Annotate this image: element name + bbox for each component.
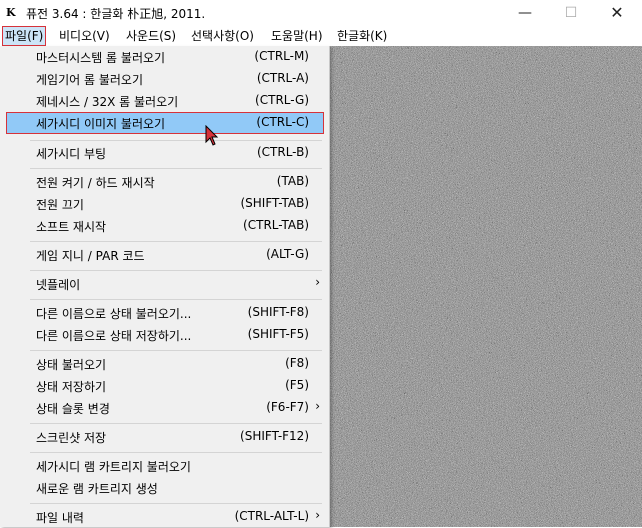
menu-separator — [30, 140, 322, 141]
app-icon[interactable]: K — [6, 6, 20, 20]
menu-item-shortcut: (CTRL-C) — [256, 115, 309, 129]
menu-item-load-gamegear-rom[interactable]: 게임기어 롬 불러오기 (CTRL-A) — [6, 68, 324, 90]
submenu-arrow-icon: › — [315, 399, 320, 413]
menu-item-boot-segacd[interactable]: 세가시디 부팅 (CTRL-B) — [6, 142, 324, 164]
menu-sound[interactable]: 사운드(S) — [124, 26, 178, 46]
menu-item-label: 다른 이름으로 상태 저장하기... — [36, 329, 192, 343]
menu-options[interactable]: 선택사항(O) — [189, 26, 256, 46]
window-title: 퓨전 3.64 : 한글화 朴正旭, 2011. — [26, 7, 206, 21]
menu-item-create-ram-cart[interactable]: 새로운 램 카트리지 생성 — [6, 477, 324, 499]
menu-item-file-history[interactable]: 파일 내력 (CTRL-ALT-L) › — [6, 506, 324, 528]
menu-item-load-segacd-ram-cart[interactable]: 세가시디 램 카트리지 불러오기 — [6, 455, 324, 477]
menu-separator — [30, 423, 322, 424]
menu-item-shortcut: (CTRL-TAB) — [243, 218, 309, 232]
menu-separator — [30, 503, 322, 504]
menu-item-label: 제네시스 / 32X 롬 불러오기 — [36, 95, 179, 109]
menu-file[interactable]: 파일(F) — [2, 26, 47, 46]
menu-item-label: 다른 이름으로 상태 불러오기... — [36, 307, 192, 321]
menu-item-label: 게임 지니 / PAR 코드 — [36, 249, 145, 263]
menu-separator — [30, 168, 322, 169]
menu-item-label: 전원 끄기 — [36, 198, 84, 212]
static-noise — [330, 46, 642, 527]
menu-item-load-genesis-32x-rom[interactable]: 제네시스 / 32X 롬 불러오기 (CTRL-G) — [6, 90, 324, 112]
close-button[interactable]: ✕ — [594, 0, 640, 26]
title-bar: K 퓨전 3.64 : 한글화 朴正旭, 2011. — ☐ ✕ — [0, 0, 642, 26]
game-screen[interactable] — [330, 46, 642, 527]
menu-item-label: 소프트 재시작 — [36, 220, 107, 234]
menu-item-soft-reset[interactable]: 소프트 재시작 (CTRL-TAB) — [6, 215, 324, 237]
menu-separator — [30, 350, 322, 351]
maximize-button[interactable]: ☐ — [548, 0, 594, 26]
menu-item-label: 상태 저장하기 — [36, 380, 107, 394]
menu-item-power-on-hard-reset[interactable]: 전원 켜기 / 하드 재시작 (TAB) — [6, 171, 324, 193]
menu-item-label: 파일 내력 — [36, 511, 84, 525]
menu-item-shortcut: (CTRL-G) — [255, 93, 309, 107]
menu-korean[interactable]: 한글화(K) — [335, 26, 389, 46]
menu-item-shortcut: (SHIFT-TAB) — [240, 196, 309, 210]
menu-item-shortcut: (F6-F7) — [266, 400, 309, 414]
menu-item-load-mastersystem-rom[interactable]: 마스터시스템 롬 불러오기 (CTRL-M) — [6, 46, 324, 68]
menu-video[interactable]: 비디오(V) — [57, 26, 112, 46]
menu-separator — [30, 270, 322, 271]
menu-item-shortcut: (CTRL-M) — [254, 49, 309, 63]
menu-item-save-screenshot[interactable]: 스크린샷 저장 (SHIFT-F12) — [6, 426, 324, 448]
menu-item-load-segacd-image[interactable]: 세가시디 이미지 불러오기 (CTRL-C) — [6, 112, 324, 134]
menu-item-label: 상태 불러오기 — [36, 358, 107, 372]
menu-item-shortcut: (SHIFT-F5) — [247, 327, 309, 341]
menu-item-save-state[interactable]: 상태 저장하기 (F5) — [6, 375, 324, 397]
menu-item-shortcut: (CTRL-ALT-L) — [234, 509, 309, 523]
menu-item-label: 세가시디 램 카트리지 불러오기 — [36, 460, 191, 474]
menu-item-label: 상태 슬롯 변경 — [36, 402, 110, 416]
menu-separator — [30, 452, 322, 453]
menu-item-label: 새로운 램 카트리지 생성 — [36, 482, 158, 496]
menu-item-load-state-as[interactable]: 다른 이름으로 상태 불러오기... (SHIFT-F8) — [6, 302, 324, 324]
menu-item-power-off[interactable]: 전원 끄기 (SHIFT-TAB) — [6, 193, 324, 215]
menu-item-load-state[interactable]: 상태 불러오기 (F8) — [6, 353, 324, 375]
menu-item-shortcut: (F8) — [285, 356, 309, 370]
menu-item-shortcut: (CTRL-B) — [256, 145, 309, 159]
menu-item-label: 전원 켜기 / 하드 재시작 — [36, 176, 155, 190]
submenu-arrow-icon: › — [315, 508, 320, 522]
mouse-cursor-icon — [205, 125, 219, 146]
menu-item-shortcut: (ALT-G) — [266, 247, 309, 261]
menu-item-game-genie-par-codes[interactable]: 게임 지니 / PAR 코드 (ALT-G) — [6, 244, 324, 266]
menu-separator — [30, 299, 322, 300]
menu-item-shortcut: (TAB) — [276, 174, 309, 188]
menu-bar: 파일(F) 비디오(V) 사운드(S) 선택사항(O) 도움말(H) 한글화(K… — [0, 26, 642, 46]
menu-item-netplay[interactable]: 넷플레이 › — [6, 273, 324, 295]
menu-item-shortcut: (SHIFT-F8) — [247, 305, 309, 319]
menu-item-shortcut: (CTRL-A) — [256, 71, 309, 85]
menu-separator — [30, 241, 322, 242]
submenu-arrow-icon: › — [315, 275, 320, 289]
menu-item-label: 세가시디 부팅 — [36, 147, 107, 161]
menu-help[interactable]: 도움말(H) — [269, 26, 325, 46]
menu-item-label: 게임기어 롬 불러오기 — [36, 73, 143, 87]
menu-item-shortcut: (F5) — [285, 378, 309, 392]
menu-item-label: 세가시디 이미지 불러오기 — [36, 117, 166, 131]
menu-item-label: 스크린샷 저장 — [36, 431, 107, 445]
file-menu-dropdown: 마스터시스템 롬 불러오기 (CTRL-M) 게임기어 롬 불러오기 (CTRL… — [0, 46, 330, 527]
menu-item-change-state-slot[interactable]: 상태 슬롯 변경 (F6-F7) › — [6, 397, 324, 419]
menu-item-label: 넷플레이 — [36, 278, 81, 292]
minimize-button[interactable]: — — [502, 0, 548, 26]
menu-item-save-state-as[interactable]: 다른 이름으로 상태 저장하기... (SHIFT-F5) — [6, 324, 324, 346]
menu-item-shortcut: (SHIFT-F12) — [240, 429, 309, 443]
menu-item-label: 마스터시스템 롬 불러오기 — [36, 51, 166, 65]
